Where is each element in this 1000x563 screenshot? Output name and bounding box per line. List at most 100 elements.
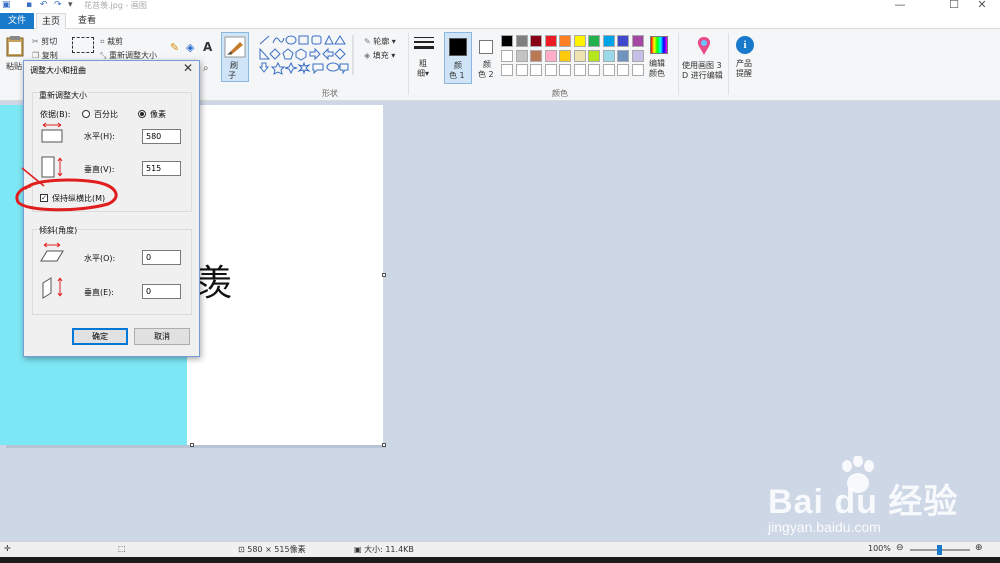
color-swatch[interactable] <box>617 35 629 47</box>
color-swatch[interactable] <box>559 64 571 76</box>
dialog-close-button[interactable]: ✕ <box>183 61 193 75</box>
edit-colors-button[interactable]: 编辑 颜色 <box>646 33 672 83</box>
fill-button[interactable]: ◈ 填充 ▾ <box>364 50 395 61</box>
window-title: 花苔羡.jpg - 画图 <box>84 1 147 10</box>
fill-bucket-icon[interactable]: ◈ <box>186 41 194 54</box>
product-tips-button[interactable]: i 产品 提醒 <box>732 33 758 83</box>
crop-icon: ⌗ <box>100 37 105 46</box>
canvas-shadow <box>6 445 386 448</box>
horizontal-input[interactable]: 580 <box>142 129 181 144</box>
zoom-slider[interactable] <box>910 545 970 555</box>
zoom-slider-thumb[interactable] <box>937 545 942 555</box>
crop-button[interactable]: ⌗ 裁剪 <box>100 36 123 47</box>
fill-icon: ◈ <box>364 51 371 60</box>
color-swatch[interactable] <box>530 49 542 62</box>
separator <box>408 33 409 95</box>
file-size: ▣ 大小: 11.4KB <box>354 544 414 555</box>
outline-label: 轮廓 <box>373 37 390 46</box>
magnifier-icon[interactable]: ⌕ <box>203 63 209 74</box>
shapes-gallery[interactable] <box>258 35 358 75</box>
brushes-button[interactable]: 刷 子 <box>221 32 249 82</box>
tab-file[interactable]: 文件 <box>0 13 34 29</box>
color-swatch[interactable] <box>501 64 513 76</box>
color-swatch[interactable] <box>559 49 571 62</box>
cancel-button[interactable]: 取消 <box>134 328 190 345</box>
skew-group-label: 倾斜(角度) <box>38 225 79 236</box>
skew-vertical-label: 垂直(E): <box>84 288 114 297</box>
dialog-title: 调整大小和扭曲 <box>30 66 86 75</box>
color-swatch[interactable] <box>515 35 528 47</box>
color-swatch[interactable] <box>573 35 586 47</box>
separator <box>728 33 729 95</box>
resize-handle-corner[interactable] <box>382 443 386 447</box>
color-swatch[interactable] <box>602 35 615 47</box>
zoom-level: 100% <box>868 544 891 553</box>
paint3d-button[interactable]: 使用画图 3 D 进行编辑 <box>680 33 726 83</box>
skew-vertical-input[interactable]: 0 <box>142 284 181 299</box>
status-bar: ✛ ⬚ ⊡ 580 × 515像素 ▣ 大小: 11.4KB 100% ⊖ ⊕ <box>0 541 1000 557</box>
color-swatch[interactable] <box>501 49 513 62</box>
horizontal-skew-icon <box>40 242 64 262</box>
color-swatch[interactable] <box>588 64 600 76</box>
title-bar: ▣ ▪ ↶ ↷ ▾ 花苔羡.jpg - 画图 — ☐ ✕ <box>0 0 1000 13</box>
ok-button[interactable]: 确定 <box>72 328 128 345</box>
color-swatch[interactable] <box>631 35 644 47</box>
color2-button[interactable]: 颜 色 2 <box>474 32 500 84</box>
outline-button[interactable]: ✎ 轮廓 ▾ <box>364 36 396 47</box>
color-swatch[interactable] <box>559 35 571 47</box>
selection-size-icon: ⬚ <box>118 544 126 553</box>
color-swatch[interactable] <box>588 35 600 47</box>
color-swatch[interactable] <box>501 35 513 47</box>
color1-button[interactable]: 颜 色 1 <box>444 32 472 84</box>
tips-label-2: 提醒 <box>736 69 752 78</box>
outline-icon: ✎ <box>364 37 371 46</box>
color-swatch[interactable] <box>544 64 557 76</box>
customize-qat-icon[interactable]: ▾ <box>68 0 73 11</box>
skew-horizontal-input[interactable]: 0 <box>142 250 181 265</box>
color-swatch[interactable] <box>530 35 542 47</box>
tab-view[interactable]: 查看 <box>70 13 104 29</box>
color-swatch[interactable] <box>631 49 644 62</box>
resize-handle-bottom[interactable] <box>190 443 194 447</box>
color-swatch[interactable] <box>588 49 600 62</box>
minimize-button[interactable]: — <box>880 0 920 11</box>
color-swatch[interactable] <box>602 49 615 62</box>
pixels-radio[interactable] <box>138 110 146 118</box>
save-icon[interactable]: ▪ <box>26 0 32 11</box>
color-swatch[interactable] <box>544 35 557 47</box>
color-swatch[interactable] <box>530 64 542 76</box>
undo-icon[interactable]: ↶ <box>40 0 48 11</box>
select-button[interactable] <box>72 37 94 53</box>
text-tool-icon[interactable]: A <box>203 40 212 54</box>
vertical-skew-icon <box>42 277 63 299</box>
size-button[interactable]: 粗 细▾ <box>411 33 437 83</box>
color-swatch[interactable] <box>631 64 644 76</box>
redo-icon[interactable]: ↷ <box>54 0 62 11</box>
app-icon: ▣ <box>2 0 11 10</box>
color-swatch[interactable] <box>515 64 528 76</box>
brush-label: 刷 <box>230 61 238 70</box>
paint3d-label: 使用画图 3 <box>682 61 722 70</box>
color-swatch[interactable] <box>617 64 629 76</box>
close-button[interactable]: ✕ <box>962 0 1000 11</box>
color-swatch[interactable] <box>573 49 586 62</box>
color-swatch[interactable] <box>602 64 615 76</box>
color1-label-2: 色 1 <box>449 71 465 80</box>
percent-radio[interactable] <box>82 110 90 118</box>
taskbar-strip <box>0 557 1000 563</box>
color-swatch[interactable] <box>617 49 629 62</box>
horizontal-label: 水平(H): <box>84 132 115 141</box>
color2-label-2: 色 2 <box>478 70 494 79</box>
pencil-icon[interactable]: ✎ <box>170 41 179 54</box>
zoom-in-button[interactable]: ⊕ <box>975 543 983 553</box>
tab-home[interactable]: 主页 <box>36 13 66 30</box>
color-swatch[interactable] <box>573 64 586 76</box>
paint3d-label-2: D 进行编辑 <box>682 71 723 80</box>
color-swatch[interactable] <box>515 49 528 62</box>
vertical-input[interactable]: 515 <box>142 161 181 176</box>
zoom-out-button[interactable]: ⊖ <box>896 543 904 553</box>
color-swatch[interactable] <box>544 49 557 62</box>
cut-button[interactable]: ✂ 剪切 <box>32 36 57 47</box>
resize-handle-right[interactable] <box>382 273 386 277</box>
canvas-text: 羡 <box>196 263 233 304</box>
